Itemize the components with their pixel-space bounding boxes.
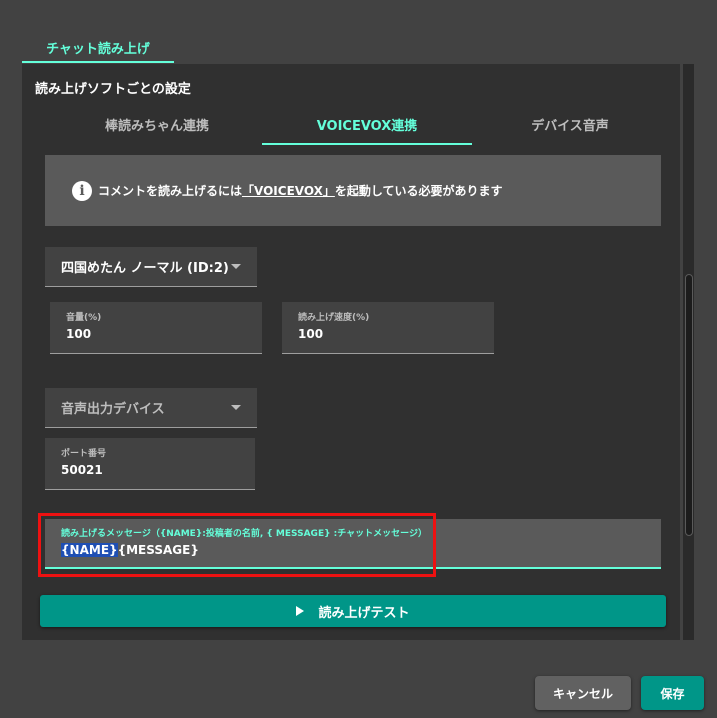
scrollbar-thumb[interactable] — [685, 274, 693, 536]
subtab-voicevox[interactable]: VOICEVOX連携 — [262, 104, 472, 144]
port-field[interactable]: ポート番号 50021 — [45, 438, 255, 490]
chevron-down-icon — [231, 405, 241, 410]
settings-panel: 読み上げソフトごとの設定 棒読みちゃん連携 VOICEVOX連携 デバイス音声 … — [22, 64, 680, 640]
chevron-down-icon — [231, 264, 241, 269]
volume-label: 音量(%) — [66, 313, 102, 323]
voice-select[interactable]: 四国めたん ノーマル (ID:2) — [45, 247, 257, 287]
alert-prefix: コメントを読み上げるには — [98, 184, 243, 198]
volume-field[interactable]: 音量(%) 100 — [50, 302, 262, 354]
speed-value: 100 — [298, 327, 324, 341]
message-template-label: 読み上げるメッセージ（{NAME}:投稿者の名前, { MESSAGE} :チャ… — [61, 529, 427, 539]
subtab-bouyomi-label: 棒読みちゃん連携 — [104, 118, 209, 134]
tab-active-indicator — [22, 61, 174, 63]
port-label: ポート番号 — [61, 449, 107, 459]
selected-text: {NAME} — [61, 543, 118, 557]
tab-chat-reading-label: チャット読み上げ — [46, 41, 150, 57]
message-template-rest: {MESSAGE} — [117, 543, 199, 557]
tab-chat-reading[interactable]: チャット読み上げ — [22, 30, 174, 64]
subtab-device-audio-label: デバイス音声 — [531, 118, 609, 134]
port-value: 50021 — [61, 463, 103, 477]
message-template-value: {NAME}{MESSAGE} — [61, 543, 199, 557]
output-device-select[interactable]: 音声出力デバイス — [45, 388, 257, 428]
play-icon — [296, 606, 305, 616]
output-device-select-value: 音声出力デバイス — [61, 402, 165, 417]
subtab-active-indicator — [262, 143, 472, 145]
alert-suffix: を起動している必要があります — [334, 184, 503, 198]
subtab-device-audio[interactable]: デバイス音声 — [465, 104, 675, 144]
info-icon: i — [72, 180, 92, 201]
section-title: 読み上げソフトごとの設定 — [35, 82, 191, 97]
speed-field[interactable]: 読み上げ速度(%) 100 — [282, 302, 494, 354]
save-button[interactable]: 保存 — [641, 676, 704, 710]
voicevox-link[interactable]: 「VOICEVOX」 — [242, 182, 335, 199]
cancel-button[interactable]: キャンセル — [535, 676, 631, 710]
message-template-field[interactable]: 読み上げるメッセージ（{NAME}:投稿者の名前, { MESSAGE} :チャ… — [45, 519, 661, 569]
read-test-button[interactable]: 読み上げテスト — [40, 595, 666, 627]
save-button-label: 保存 — [660, 686, 685, 701]
subtab-voicevox-label: VOICEVOX連携 — [316, 118, 418, 134]
speed-label: 読み上げ速度(%) — [298, 313, 370, 323]
read-test-button-label: 読み上げテスト — [318, 605, 410, 621]
volume-value: 100 — [66, 327, 92, 341]
subtab-bouyomi[interactable]: 棒読みちゃん連携 — [52, 104, 262, 144]
info-alert: i コメントを読み上げるには 「VOICEVOX」 を起動している必要があります — [45, 155, 661, 226]
cancel-button-label: キャンセル — [552, 686, 613, 701]
voice-select-value: 四国めたん ノーマル (ID:2) — [61, 261, 229, 276]
